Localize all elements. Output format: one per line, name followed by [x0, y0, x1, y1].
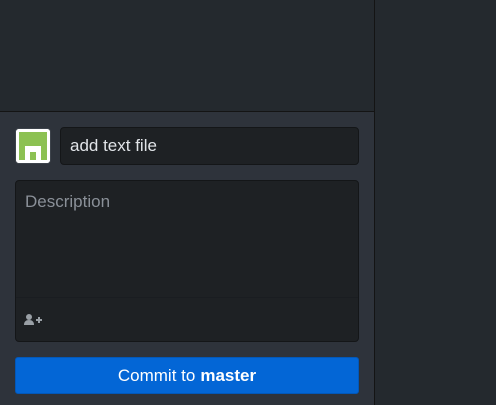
description-toolbar [16, 297, 358, 341]
diff-pane [375, 0, 496, 405]
add-coauthor-icon [24, 314, 42, 325]
changes-list [0, 0, 374, 111]
add-coauthor-button[interactable] [23, 312, 45, 330]
commit-description-box [15, 180, 359, 342]
identicon-avatar-icon [16, 129, 50, 163]
app-window: Commit to master [0, 0, 496, 405]
changes-sidebar: Commit to master [0, 0, 374, 405]
commit-summary-input[interactable] [60, 127, 359, 165]
commit-description-input[interactable] [16, 181, 358, 297]
commit-button-prefix: Commit to [117, 365, 196, 385]
commit-button[interactable]: Commit to master [15, 357, 359, 394]
avatar[interactable] [15, 128, 51, 164]
commit-button-branch: master [200, 365, 257, 385]
